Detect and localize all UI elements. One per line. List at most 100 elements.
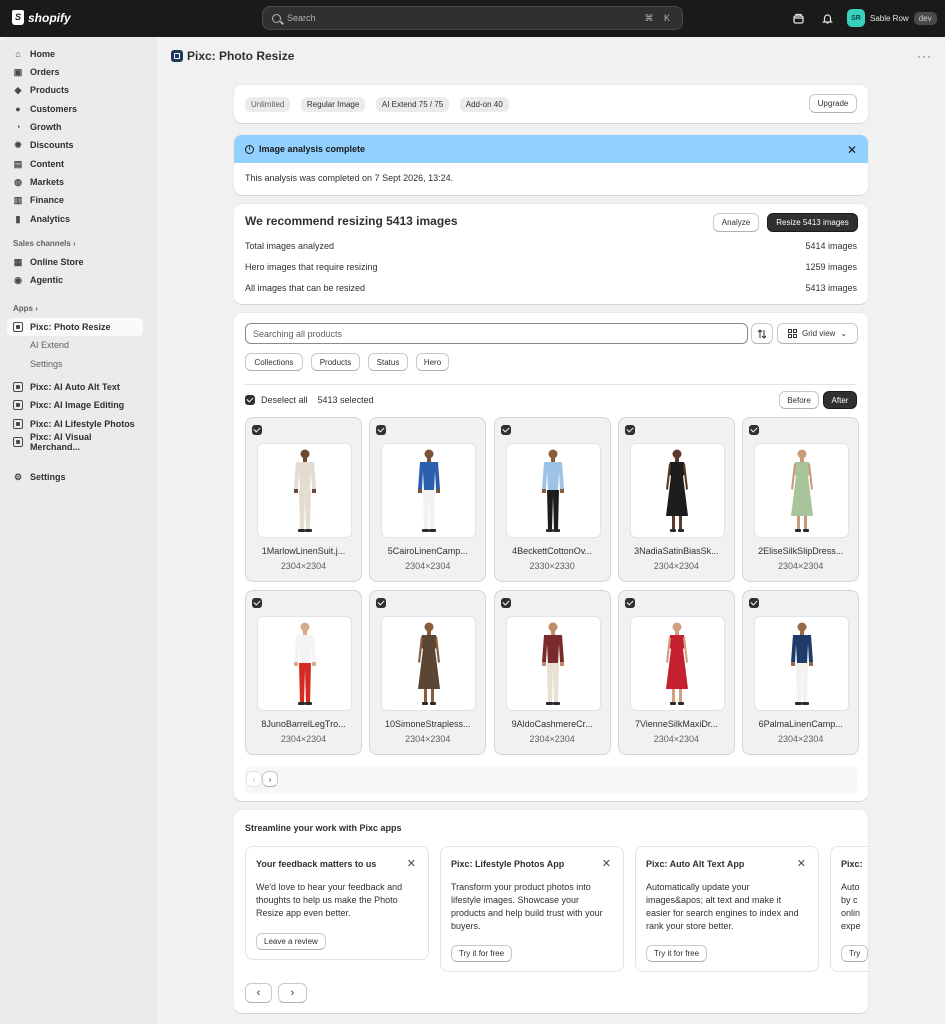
more-actions-icon[interactable]: ··· [917,49,932,63]
image-tile[interactable]: 4BeckettCottonOv... 2330×2330 [493,417,611,582]
deselect-all-label[interactable]: Deselect all [261,395,308,405]
product-image [754,616,850,711]
tile-checkbox[interactable] [749,425,760,435]
stat-label: All images that can be resized [245,283,366,293]
sidebar-item-photo-resize[interactable]: Pixc: Photo Resize [7,318,143,336]
sidebar-item-label: Pixc: Photo Resize [30,322,111,332]
banner-header: i Image analysis complete [234,135,868,163]
sidebar-item-settings[interactable]: ⚙ Settings [7,468,143,486]
image-filename: 10SimoneStrapless... [385,719,471,729]
product-image [505,443,601,538]
image-tile[interactable]: 9AldoCashmereCr... 2304×2304 [493,590,611,755]
carousel-next-button[interactable]: › [278,983,307,1003]
sidebar-item-content[interactable]: ▤ Content [7,155,143,173]
tile-checkbox[interactable] [749,598,760,608]
sidebar-item-growth[interactable]: ◔ Growth [7,118,143,136]
shopify-logo[interactable]: shopify [12,10,71,25]
sidebar-item-online-store[interactable]: ▦ Online Store [7,253,143,271]
leave-review-button[interactable]: Leave a review [256,933,326,950]
chevron-down-icon: ⌄ [840,329,848,338]
store-icon[interactable] [792,12,804,24]
tile-checkbox[interactable] [252,598,262,608]
sales-channels-heading[interactable]: Sales channels › [13,239,76,248]
home-icon: ⌂ [15,49,21,59]
image-tile[interactable]: 3NadiaSatinBiasSk... 2304×2304 [617,417,735,582]
sidebar-item-visual-merchandising[interactable]: Pixc: AI Visual Merchand... [7,432,143,452]
sidebar-item-customers[interactable]: ● Customers [7,100,143,118]
tile-checkbox[interactable] [500,598,511,608]
sidebar-item-analytics[interactable]: ▮ Analytics [7,210,143,228]
image-tile[interactable]: 2EliseSilkSlipDress... 2304×2304 [742,417,860,582]
image-dimensions: 2304×2304 [529,734,575,744]
global-search[interactable]: Search ⌘ K [262,6,683,30]
image-tile[interactable]: 6PalmaLinenCamp... 2304×2304 [742,590,860,755]
admin-frame: ⌂ Home ▣ Orders ◆ Products ● Customers ◔ Grow… [0,37,945,1024]
tile-checkbox[interactable] [376,598,387,608]
close-icon[interactable]: ✕ [797,857,806,870]
image-filename: 8JunoBarrelLegTro... [261,719,346,729]
close-icon[interactable]: ✕ [407,857,416,870]
tile-checkbox[interactable] [376,425,387,435]
sidebar-item-home[interactable]: ⌂ Home [7,45,143,63]
plan-card: Unlimited Regular Image AI Extend 75 / 7… [234,85,868,123]
try-free-button[interactable]: Try [841,945,868,962]
image-tile[interactable]: 1MarlowLinenSuit.j... 2304×2304 [245,417,362,582]
sidebar-item-products[interactable]: ◆ Products [7,81,143,99]
image-tile[interactable]: 10SimoneStrapless... 2304×2304 [369,590,487,755]
sidebar-item-orders[interactable]: ▣ Orders [7,63,143,81]
try-free-button[interactable]: Try it for free [646,945,708,962]
analyze-button[interactable]: Analyze [713,213,759,232]
stat-value: 5413 images [805,283,857,293]
filter-hero[interactable]: Hero [416,353,449,371]
sort-button[interactable] [751,323,773,344]
prev-page-button[interactable]: ‹ [246,771,262,787]
bank-icon: ▥ [13,194,23,205]
sidebar-item-lifestyle-photos[interactable]: Pixc: AI Lifestyle Photos [7,415,143,433]
promo-body: Auto by c onlin expe [841,882,861,931]
view-select[interactable]: Grid view ⌄ [777,323,858,344]
sidebar-item-auto-alt-text[interactable]: Pixc: AI Auto Alt Text [7,378,143,396]
close-icon[interactable]: ✕ [847,143,857,157]
sidebar-item-agentic[interactable]: ◉ Agentic [7,271,143,289]
chevron-right-icon: › [35,304,38,313]
sidebar-item-finance[interactable]: ▥ Finance [7,191,143,209]
user-menu[interactable]: SR Sable Row dev [847,9,937,27]
tile-checkbox[interactable] [252,425,262,435]
filter-status[interactable]: Status [368,353,408,371]
tile-checkbox[interactable] [624,598,635,608]
image-tile[interactable]: 5CairoLinenCamp... 2304×2304 [369,417,487,582]
deselect-all-checkbox[interactable] [245,395,255,405]
close-icon[interactable]: ✕ [602,857,611,870]
image-dimensions: 2304×2304 [405,734,451,744]
after-toggle[interactable]: After [823,391,857,409]
content-icon: ▤ [13,158,23,169]
plan-pill: Unlimited [245,97,291,112]
tile-checkbox[interactable] [624,425,635,435]
next-page-button[interactable]: › [262,771,278,787]
product-search-input[interactable]: Searching all products [245,323,748,344]
sidebar-item-markets[interactable]: ◍ Markets [7,173,143,191]
filter-products[interactable]: Products [311,353,360,371]
apps-heading[interactable]: Apps › [13,304,38,313]
sidebar-item-image-editing[interactable]: Pixc: AI Image Editing [7,396,143,414]
upgrade-button[interactable]: Upgrade [809,94,857,113]
sidebar-subitem-ai-extend[interactable]: AI Extend [30,340,69,350]
user-name: Sable Row [870,13,909,23]
sales-channels-heading-label: Sales channels [13,239,71,248]
plan-pill: Add-on 40 [459,97,509,112]
product-image [629,616,725,711]
sidebar-subitem-settings[interactable]: Settings [30,359,63,369]
sidebar-item-discounts[interactable]: ✹ Discounts [7,136,143,154]
resize-images-button[interactable]: Resize 5413 images [767,213,858,232]
carousel-prev-button[interactable]: ‹ [245,983,272,1003]
filter-collections[interactable]: Collections [245,353,303,371]
try-free-button[interactable]: Try it for free [451,945,513,962]
model-figure [666,449,689,532]
main-content: Pixc: Photo Resize ··· Unlimited Regular… [157,37,945,1024]
before-toggle[interactable]: Before [779,391,819,409]
shortcut-key: K [663,12,670,23]
image-tile[interactable]: 7VienneSilkMaxiDr... 2304×2304 [617,590,735,755]
image-tile[interactable]: 8JunoBarrelLegTro... 2304×2304 [245,590,362,755]
tile-checkbox[interactable] [500,425,511,435]
bell-icon[interactable] [821,12,833,24]
